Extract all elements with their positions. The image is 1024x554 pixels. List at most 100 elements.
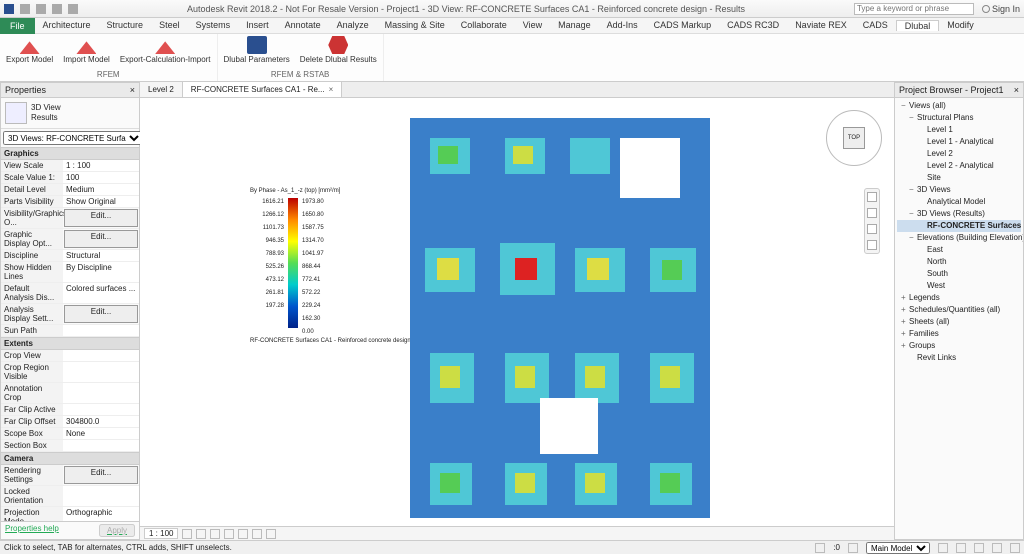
delete-results-button[interactable]: Delete Dlubal Results [300,36,377,64]
tree-node[interactable]: −3D Views (Results) [897,208,1021,220]
tree-node[interactable]: Site [897,172,1021,184]
zoom-icon[interactable] [867,224,877,234]
properties-help-link[interactable]: Properties help [5,524,59,537]
tree-node[interactable]: Level 2 - Analytical [897,160,1021,172]
view-tab[interactable]: RF-CONCRETE Surfaces CA1 - Re...× [183,82,342,97]
property-value[interactable]: Structural [63,250,139,261]
property-value[interactable] [63,404,139,415]
pan-icon[interactable] [867,208,877,218]
select-pinned-icon[interactable] [992,543,1002,553]
property-value[interactable]: Colored surfaces ... [63,283,139,303]
tree-node[interactable]: +Legends [897,292,1021,304]
tree-node[interactable]: Level 1 - Analytical [897,136,1021,148]
property-value[interactable]: 1 : 100 [63,160,139,171]
open-icon[interactable] [20,4,30,14]
tree-node[interactable]: +Families [897,328,1021,340]
undo-icon[interactable] [52,4,62,14]
tree-twisty-icon[interactable]: − [909,184,917,196]
close-icon[interactable]: × [329,85,334,94]
ribbon-tab-dlubal[interactable]: Dlubal [896,20,940,31]
ribbon-tab-view[interactable]: View [515,20,550,31]
redo-icon[interactable] [68,4,78,14]
ribbon-tab-insert[interactable]: Insert [238,20,277,31]
sun-path-icon[interactable] [210,529,220,539]
steering-wheel-icon[interactable] [867,192,877,202]
file-tab[interactable]: File [0,18,35,34]
editable-only-icon[interactable] [848,543,858,553]
property-edit-button[interactable]: Edit... [64,305,138,323]
tree-twisty-icon[interactable]: + [901,340,909,352]
hide-isolate-icon[interactable] [252,529,262,539]
property-group-header[interactable]: Graphics [1,147,139,160]
save-icon[interactable] [36,4,46,14]
ribbon-tab-annotate[interactable]: Annotate [277,20,329,31]
property-value[interactable]: Medium [63,184,139,195]
sign-in[interactable]: Sign In [982,4,1020,14]
property-value[interactable]: By Discipline [63,262,139,282]
export-calc-import-button[interactable]: Export-Calculation-Import [120,36,211,64]
tree-node[interactable]: −3D Views [897,184,1021,196]
view-tab[interactable]: Level 2 [140,82,183,97]
instance-selector[interactable]: 3D Views: RF-CONCRETE Surfa [3,131,143,145]
reveal-hidden-icon[interactable] [266,529,276,539]
ribbon-tab-massing-site[interactable]: Massing & Site [377,20,453,31]
tree-node[interactable]: +Groups [897,340,1021,352]
close-icon[interactable]: × [1014,85,1019,95]
property-edit-button[interactable]: Edit... [64,209,138,227]
property-value[interactable]: Show Original [63,196,139,207]
ribbon-tab-manage[interactable]: Manage [550,20,599,31]
export-model-button[interactable]: Export Model [6,36,53,64]
tree-twisty-icon[interactable]: + [901,328,909,340]
search-input[interactable] [854,3,974,15]
tree-twisty-icon[interactable]: + [901,316,909,328]
tree-twisty-icon[interactable]: + [901,304,909,316]
property-value[interactable]: Orthographic [63,507,139,521]
tree-twisty-icon[interactable]: − [909,208,917,220]
tree-node[interactable]: RF-CONCRETE Surfaces CA1 - [897,220,1021,232]
tree-node[interactable]: −Structural Plans [897,112,1021,124]
ribbon-tab-cads[interactable]: CADS [855,20,896,31]
ribbon-tab-structure[interactable]: Structure [99,20,152,31]
property-value[interactable] [63,486,139,506]
tree-twisty-icon[interactable]: − [909,232,917,244]
tree-node[interactable]: Analytical Model [897,196,1021,208]
property-value[interactable] [63,383,139,403]
filter-icon[interactable] [1010,543,1020,553]
ribbon-tab-cads-markup[interactable]: CADS Markup [646,20,720,31]
tree-twisty-icon[interactable]: − [901,100,909,112]
crop-icon[interactable] [238,529,248,539]
ribbon-tab-modify[interactable]: Modify [939,20,982,31]
tree-twisty-icon[interactable]: − [909,112,917,124]
ribbon-tab-naviate-rex[interactable]: Naviate REX [787,20,855,31]
property-value[interactable]: None [63,428,139,439]
tree-node[interactable]: Level 2 [897,148,1021,160]
close-icon[interactable]: × [130,85,135,95]
type-selector[interactable]: 3D View Results [1,98,139,129]
property-value[interactable] [63,325,139,336]
ribbon-tab-steel[interactable]: Steel [151,20,188,31]
view-cube-face[interactable]: TOP [843,127,865,149]
scale-selector[interactable]: 1 : 100 [144,528,178,539]
property-value[interactable] [63,440,139,451]
property-value[interactable]: 304800.0 [63,416,139,427]
tree-node[interactable]: South [897,268,1021,280]
shadows-icon[interactable] [224,529,234,539]
property-value[interactable] [63,350,139,361]
ribbon-tab-collaborate[interactable]: Collaborate [453,20,515,31]
tree-node[interactable]: −Elevations (Building Elevation) [897,232,1021,244]
tree-node[interactable]: Revit Links [897,352,1021,364]
ribbon-tab-systems[interactable]: Systems [188,20,239,31]
property-group-header[interactable]: Extents [1,337,139,350]
tree-node[interactable]: +Schedules/Quantities (all) [897,304,1021,316]
workset-icon[interactable] [815,543,825,553]
select-underlay-icon[interactable] [974,543,984,553]
ribbon-tab-cads-rc3d[interactable]: CADS RC3D [719,20,787,31]
tree-node[interactable]: −Views (all) [897,100,1021,112]
ribbon-tab-architecture[interactable]: Architecture [35,20,99,31]
tree-node[interactable]: North [897,256,1021,268]
property-edit-button[interactable]: Edit... [64,466,138,484]
tree-node[interactable]: East [897,244,1021,256]
visual-style-icon[interactable] [196,529,206,539]
design-options-icon[interactable] [938,543,948,553]
view-cube[interactable]: TOP [824,108,884,168]
